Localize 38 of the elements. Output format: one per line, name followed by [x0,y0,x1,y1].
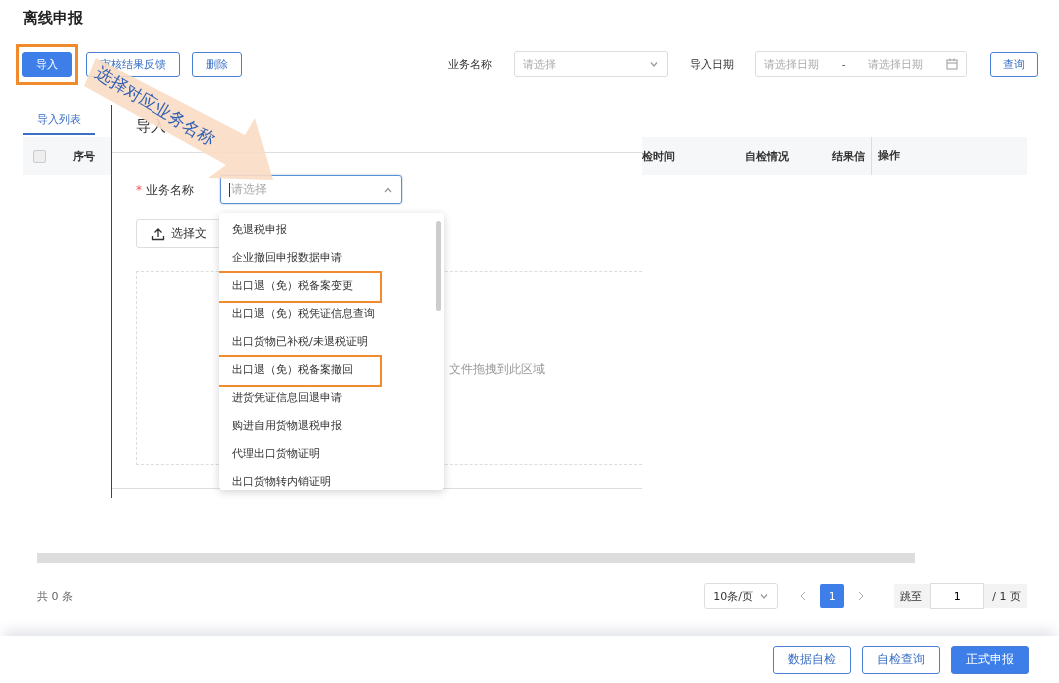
tab[interactable]: 导入列表 [23,105,95,135]
dropdown-option[interactable]: 代理出口货物证明 [219,440,444,468]
column-header: 检时间 [642,148,675,164]
page-size-select[interactable]: 10条/页 [704,583,779,609]
page-input[interactable]: 1 [930,583,985,609]
page-title: 离线申报 [23,9,84,29]
filter-label: 业务名称 [448,56,492,72]
dropdown-option[interactable]: 进货凭证信息回退申请 [219,384,444,412]
footer-button[interactable]: 数据自检 [773,645,851,674]
query-button[interactable]: 查询 [990,51,1038,77]
import-button[interactable]: 导入 [22,51,72,77]
footer-button[interactable]: 自检查询 [862,645,940,674]
column-header: 操作 [871,137,900,175]
caret-icon [759,591,770,601]
scrollbar[interactable] [436,221,441,311]
dropdown-option[interactable]: 购进自用货物退税申报 [219,412,444,440]
dropdown-option[interactable]: 出口退（免）税凭证信息查询 [219,300,444,328]
field-label: * 业务名称 [136,182,194,199]
caret-icon [649,59,659,69]
footer-button[interactable]: 正式申报 [951,645,1029,674]
dropdown-option[interactable]: 出口货物已补税/未退税证明 [219,328,444,356]
calendar-icon [946,58,958,70]
dropdown-option[interactable]: 出口退（免）税备案变更 [219,272,444,300]
dropdown-option[interactable]: 出口退（免）税备案撤回 [219,356,444,384]
upload-icon [151,226,165,241]
toolbar-button[interactable]: 删除 [192,51,242,77]
filter-label: 导入日期 [690,56,734,72]
column-header: 结果信 [832,148,865,164]
select-all-checkbox[interactable] [33,149,46,163]
column-header: 自检情况 [745,148,789,164]
dropdown-option[interactable]: 出口货物转内销证明 [219,468,444,490]
page-count: / 1 页 [992,588,1021,604]
total-count: 共 0 条 [37,588,73,604]
drop-hint: 文件拖拽到此区域 [449,361,545,378]
jump-label: 跳至 [900,588,923,604]
page-button[interactable]: 1 [820,584,845,608]
scrollbar[interactable] [37,553,915,563]
date-range-field[interactable]: 请选择日期 - 请选择日期 [755,51,967,77]
